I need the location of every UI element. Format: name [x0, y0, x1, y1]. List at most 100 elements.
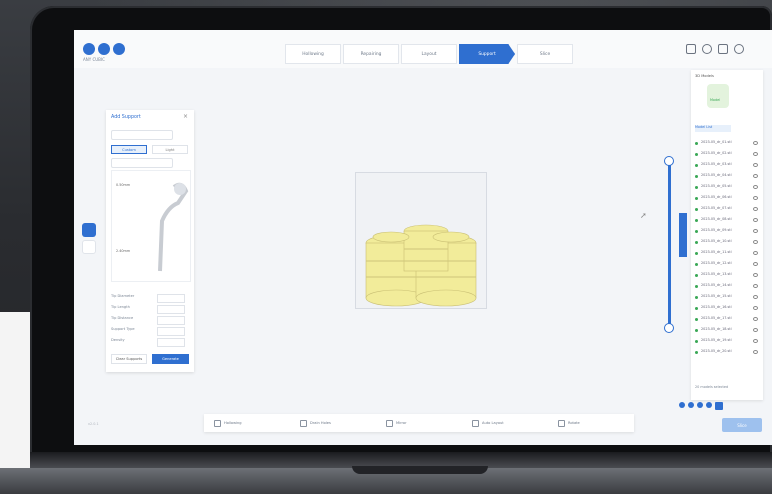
file-list-item[interactable]: 2023-05_dr_06.stl [694, 195, 760, 203]
mirror-icon [386, 419, 393, 427]
visibility-eye-icon[interactable] [753, 141, 758, 145]
slice-button[interactable]: Slice [722, 418, 762, 432]
param-select[interactable] [157, 327, 185, 336]
status-dot-icon [695, 274, 698, 277]
tool-hollowing[interactable]: Hollowing [204, 414, 290, 432]
tool-mirror[interactable]: Mirror [376, 414, 462, 432]
step-repairing[interactable]: Repairing [343, 44, 399, 64]
visibility-eye-icon[interactable] [753, 240, 758, 244]
hollow-icon [214, 419, 221, 427]
file-list-item[interactable]: 2023-05_dr_07.stl [694, 206, 760, 214]
file-list-item[interactable]: 2023-05_dr_11.stl [694, 250, 760, 258]
model-thumbnail[interactable]: Model [707, 84, 729, 108]
file-name: 2023-05_dr_03.stl [701, 162, 732, 166]
preset-select[interactable] [111, 130, 173, 140]
param-row: Tip Distance [111, 316, 189, 325]
view-dot-icon[interactable] [688, 402, 694, 408]
visibility-eye-icon[interactable] [753, 163, 758, 167]
status-dot-icon [695, 142, 698, 145]
help-icon[interactable] [702, 44, 712, 54]
visibility-eye-icon[interactable] [753, 262, 758, 266]
visibility-eye-icon[interactable] [753, 174, 758, 178]
step-layout[interactable]: Layout [401, 44, 457, 64]
gear-icon[interactable] [734, 44, 744, 54]
file-name: 2023-05_dr_01.stl [701, 140, 732, 144]
hand-tool-button[interactable] [82, 240, 96, 254]
list-icon[interactable] [718, 44, 728, 54]
visibility-eye-icon[interactable] [753, 339, 758, 343]
file-name: 2023-05_dr_18.stl [701, 327, 732, 331]
layer-slider-bottom-handle[interactable] [664, 323, 674, 333]
tab-light[interactable]: Light [152, 145, 188, 154]
selection-count: 20 models selected [695, 385, 729, 389]
step-slice[interactable]: Slice [517, 44, 573, 64]
model-render[interactable] [356, 173, 486, 308]
tab-custom[interactable]: Custom [111, 145, 147, 154]
status-dot-icon [695, 219, 698, 222]
mouse-cursor-icon: ➚ [640, 211, 647, 220]
support-tool-button[interactable] [82, 223, 96, 237]
visibility-eye-icon[interactable] [753, 152, 758, 156]
file-list-item[interactable]: 2023-05_dr_20.stl [694, 349, 760, 357]
file-list-item[interactable]: 2023-05_dr_12.stl [694, 261, 760, 269]
build-plate [355, 172, 487, 309]
visibility-eye-icon[interactable] [753, 295, 758, 299]
visibility-eye-icon[interactable] [753, 328, 758, 332]
param-input[interactable] [157, 294, 185, 303]
file-list-item[interactable]: 2023-05_dr_02.stl [694, 151, 760, 159]
visibility-eye-icon[interactable] [753, 306, 758, 310]
param-input[interactable] [157, 338, 185, 347]
collapse-panel-tab[interactable] [679, 213, 687, 257]
file-list-item[interactable]: 2023-05_dr_09.stl [694, 228, 760, 236]
file-list-item[interactable]: 2023-05_dr_19.stl [694, 338, 760, 346]
status-dot-icon [695, 230, 698, 233]
file-name: 2023-05_dr_19.stl [701, 338, 732, 342]
top-icons [686, 44, 744, 54]
file-list-item[interactable]: 2023-05_dr_05.stl [694, 184, 760, 192]
type-select[interactable] [111, 158, 173, 168]
file-list-item[interactable]: 2023-05_dr_03.stl [694, 162, 760, 170]
visibility-eye-icon[interactable] [753, 350, 758, 354]
view-cube-icon[interactable] [715, 402, 723, 410]
file-list-item[interactable]: 2023-05_dr_10.stl [694, 239, 760, 247]
layer-slider-top-handle[interactable] [664, 156, 674, 166]
file-name: 2023-05_dr_14.stl [701, 283, 732, 287]
file-list-item[interactable]: 2023-05_dr_18.stl [694, 327, 760, 335]
file-list-item[interactable]: 2023-05_dr_01.stl [694, 140, 760, 148]
hole-icon [300, 419, 307, 427]
generate-button[interactable]: Generate [152, 354, 189, 364]
tool-rotate[interactable]: Rotate [548, 414, 634, 432]
clear-supports-button[interactable]: Clear Supports [111, 354, 147, 364]
file-list-item[interactable]: 2023-05_dr_13.stl [694, 272, 760, 280]
visibility-eye-icon[interactable] [753, 196, 758, 200]
param-input[interactable] [157, 305, 185, 314]
visibility-eye-icon[interactable] [753, 185, 758, 189]
visibility-eye-icon[interactable] [753, 251, 758, 255]
file-list-item[interactable]: 2023-05_dr_17.stl [694, 316, 760, 324]
file-list-item[interactable]: 2023-05_dr_16.stl [694, 305, 760, 313]
view-dot-icon[interactable] [697, 402, 703, 408]
settings-icon[interactable] [686, 44, 696, 54]
bottom-toolbar: Hollowing Drain Holes Mirror Auto Layout… [204, 414, 634, 432]
visibility-eye-icon[interactable] [753, 229, 758, 233]
step-hollowing[interactable]: Hollowing [285, 44, 341, 64]
visibility-eye-icon[interactable] [753, 317, 758, 321]
layer-slider-track[interactable] [668, 160, 671, 328]
visibility-eye-icon[interactable] [753, 284, 758, 288]
tool-auto-layout[interactable]: Auto Layout [462, 414, 548, 432]
file-list-item[interactable]: 2023-05_dr_08.stl [694, 217, 760, 225]
step-support[interactable]: Support [459, 44, 515, 64]
param-input[interactable] [157, 316, 185, 325]
view-dot-icon[interactable] [679, 402, 685, 408]
file-list-item[interactable]: 2023-05_dr_04.stl [694, 173, 760, 181]
visibility-eye-icon[interactable] [753, 273, 758, 277]
visibility-eye-icon[interactable] [753, 207, 758, 211]
brand-name: ANY CUBIC [83, 57, 105, 62]
view-dot-icon[interactable] [706, 402, 712, 408]
file-name: 2023-05_dr_07.stl [701, 206, 732, 210]
file-list-item[interactable]: 2023-05_dr_14.stl [694, 283, 760, 291]
close-icon[interactable]: × [183, 113, 188, 120]
visibility-eye-icon[interactable] [753, 218, 758, 222]
tool-drain-holes[interactable]: Drain Holes [290, 414, 376, 432]
file-list-item[interactable]: 2023-05_dr_15.stl [694, 294, 760, 302]
